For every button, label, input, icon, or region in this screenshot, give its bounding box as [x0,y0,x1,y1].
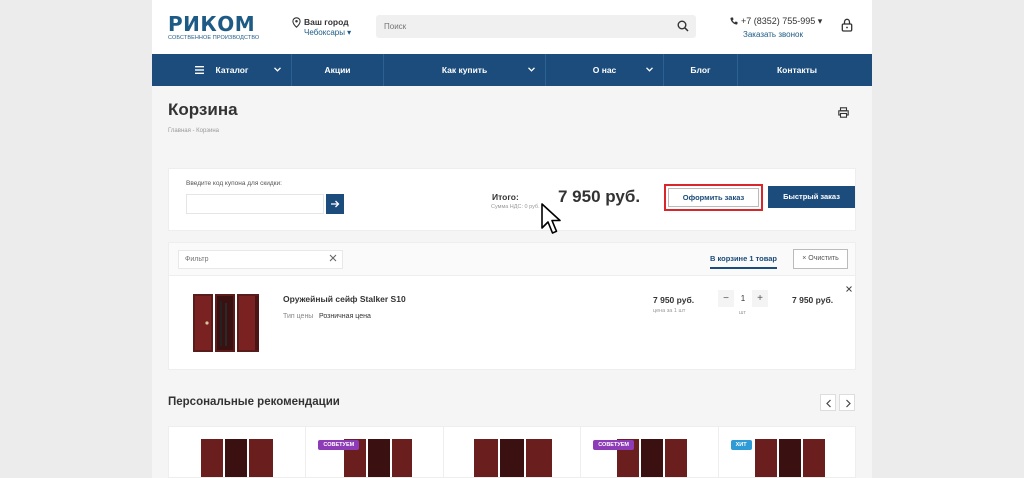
breadcrumb[interactable]: Главная - Корзина [168,128,219,134]
nav-item-catalog[interactable]: Каталог [152,54,292,86]
recommendation-cards: СОВЕТУЕМ СОВЕТУЕМ ХИТ [168,426,856,478]
recommendation-card[interactable] [169,427,307,477]
phone-icon [730,17,738,25]
checkout-button[interactable]: Оформить заказ [664,184,763,211]
recommendation-card[interactable]: СОВЕТУЕМ [581,427,719,477]
arrow-right-icon [331,200,340,208]
nav-item-contacts[interactable]: Контакты [738,54,856,86]
close-icon[interactable] [329,254,337,262]
chevron-left-icon [826,399,831,408]
nav-item-about[interactable]: О нас [546,54,664,86]
coupon-input[interactable] [186,194,324,214]
city-value[interactable]: Чебоксары ▾ [304,28,351,37]
phone-number[interactable]: +7 (8352) 755-995 ▾ [730,16,822,27]
recommendation-card[interactable]: СОВЕТУЕМ [306,427,444,477]
quick-order-button[interactable]: Быстрый заказ [768,186,855,208]
coupon-label: Введите код купона для скидки: [186,180,282,187]
apply-coupon-button[interactable] [326,194,344,214]
nav-item-how-to-buy[interactable]: Как купить [384,54,546,86]
badge-hit: ХИТ [730,440,752,450]
product-thumbnail [754,439,825,477]
quantity-stepper: − 1 + [718,290,768,307]
filter-input[interactable] [178,250,343,269]
order-summary: Введите код купона для скидки: Итого: Су… [168,168,856,231]
chevron-down-icon [646,67,653,72]
nav-item-label: Каталог [215,65,249,75]
badge-recommend: СОВЕТУЕМ [593,440,635,450]
carousel-prev-button[interactable] [820,394,836,411]
product-thumbnail [473,439,552,477]
lock-icon[interactable] [841,18,853,32]
quantity-unit: шт [739,310,746,316]
nav-item-label: О нас [592,65,617,75]
location-pin-icon [292,17,301,28]
checkout-button-label: Оформить заказ [668,188,759,207]
chevron-down-icon [274,67,281,72]
page-container: РИКОМ СОБСТВЕННОЕ ПРОИЗВОДСТВО Ваш город… [152,0,872,478]
badge-recommend: СОВЕТУЕМ [318,440,360,450]
price-type-label: Тип цены [283,313,314,320]
product-thumbnail [201,439,273,477]
menu-icon [194,66,204,74]
nav-item-label: Как купить [441,65,488,75]
total-value: 7 950 руб. [558,187,641,206]
nav-item-blog[interactable]: Блог [664,54,738,86]
product-image[interactable] [191,291,263,353]
quantity-minus-button[interactable]: − [718,290,734,307]
tab-in-basket[interactable]: В корзине 1 товар [710,254,778,269]
clear-basket-button[interactable]: × Очистить [793,249,848,269]
price-type-value: Розничная цена [319,313,371,320]
logo[interactable]: РИКОМ СОБСТВЕННОЕ ПРОИЗВОДСТВО [168,14,259,41]
nav-item-label: Блог [690,65,711,75]
unit-price: 7 950 руб. [653,295,695,305]
nav-item-label: Акции [324,65,351,75]
logo-subtitle: СОБСТВЕННОЕ ПРОИЗВОДСТВО [168,35,260,41]
recommendations-title: Персональные рекомендации [168,396,340,408]
search-icon[interactable] [677,20,689,32]
logo-text: РИКОМ [168,12,256,36]
quantity-value[interactable]: 1 [734,290,752,307]
row-total: 7 950 руб. [792,295,834,305]
vat-label: Сумма НДС: 0 руб. [491,204,540,210]
phone-text: +7 (8352) 755-995 ▾ [741,16,823,26]
print-icon[interactable] [838,107,849,118]
recommendation-card[interactable]: ХИТ [719,427,855,477]
page-title: Корзина [168,100,238,119]
chevron-right-icon [846,399,851,408]
total-label: Итого: [492,192,519,202]
product-name[interactable]: Оружейный сейф Stalker S10 [283,294,406,304]
mouse-cursor-icon [541,203,561,234]
city-label: Ваш город [304,17,349,27]
quantity-plus-button[interactable]: + [752,290,768,307]
search-bar [376,15,696,38]
basket: В корзине 1 товар × Очистить Оружейный с… [168,242,856,370]
search-input[interactable] [384,15,664,38]
main-nav: Каталог Акции Как купить О нас Блог Конт… [152,54,872,86]
site-header: РИКОМ СОБСТВЕННОЕ ПРОИЗВОДСТВО Ваш город… [152,0,872,54]
unit-price-note: цена за 1 шт [653,308,686,314]
remove-item-icon[interactable] [846,286,852,292]
nav-item-promotions[interactable]: Акции [292,54,384,86]
nav-item-label: Контакты [776,65,818,75]
callback-link[interactable]: Заказать звонок [743,30,803,39]
chevron-down-icon [528,67,535,72]
carousel-next-button[interactable] [839,394,855,411]
recommendation-card[interactable] [444,427,582,477]
basket-toolbar: В корзине 1 товар × Очистить [169,243,855,276]
